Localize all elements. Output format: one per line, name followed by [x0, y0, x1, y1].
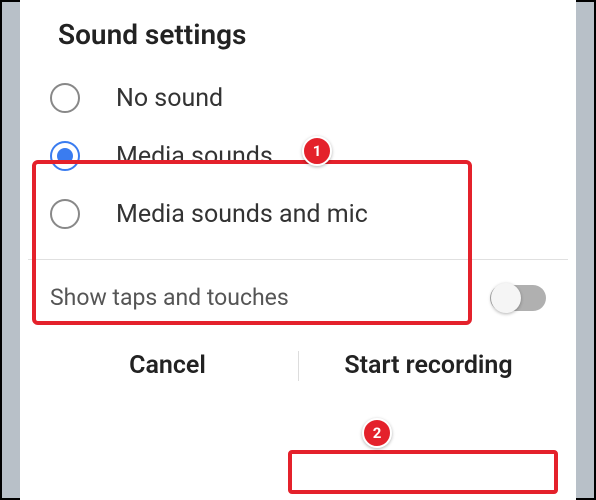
radio-no-sound[interactable]: No sound	[40, 69, 576, 127]
radio-label: Media sounds	[116, 142, 273, 171]
annotation-marker-2: 2	[362, 418, 392, 448]
sound-settings-dialog: Sound settings No sound Media sounds Med…	[20, 0, 576, 500]
toggle-row: Show taps and touches	[20, 260, 576, 333]
cancel-button[interactable]: Cancel	[38, 341, 298, 390]
radio-icon	[50, 199, 80, 229]
radio-icon	[50, 141, 80, 171]
radio-label: No sound	[116, 84, 223, 113]
start-recording-button[interactable]: Start recording	[299, 341, 559, 390]
radio-icon	[50, 83, 80, 113]
toggle-knob	[491, 283, 521, 313]
radio-label: Media sounds and mic	[116, 200, 368, 229]
radio-media-mic[interactable]: Media sounds and mic	[40, 185, 576, 243]
annotation-marker-1: 1	[302, 136, 332, 166]
sound-radio-group: No sound Media sounds Media sounds and m…	[20, 69, 576, 243]
annotation-box-2	[288, 450, 558, 494]
show-taps-toggle[interactable]	[490, 285, 546, 311]
toggle-label: Show taps and touches	[50, 284, 289, 311]
button-row: Cancel Start recording	[20, 333, 576, 390]
dialog-title: Sound settings	[20, 18, 576, 69]
